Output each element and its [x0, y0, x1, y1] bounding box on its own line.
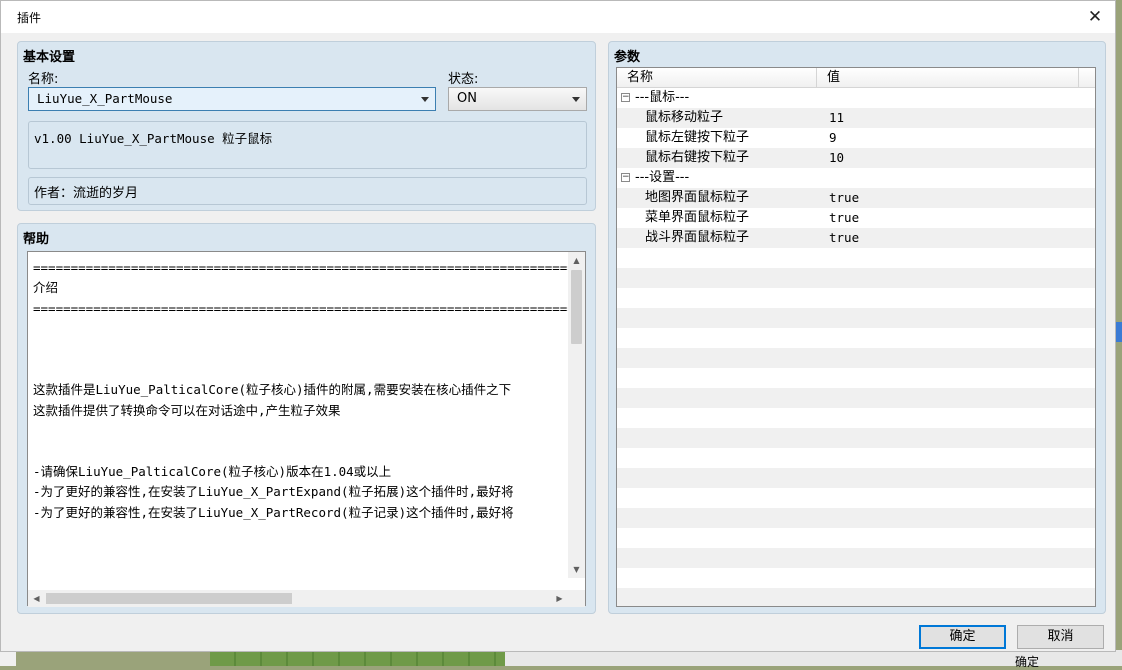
column-header-name[interactable]: 名称: [617, 68, 817, 88]
param-value: true: [829, 230, 860, 245]
help-line: [33, 340, 585, 360]
help-line: [33, 442, 585, 462]
param-name: 鼠标移动粒子: [645, 110, 724, 125]
chevron-down-icon: [421, 97, 429, 102]
author-text: 作者：流逝的岁月: [34, 186, 139, 201]
params-panel: 参数 名称 值 − ---鼠标--- 鼠标移动粒子 11 鼠标左键按下粒子 9 鼠标右键按下…: [608, 41, 1106, 614]
scroll-left-icon[interactable]: ◀: [28, 590, 45, 607]
status-dropdown[interactable]: ON: [448, 87, 587, 111]
title-bar: 插件 ✕: [1, 1, 1115, 33]
params-title: 参数: [614, 50, 641, 65]
ok-button[interactable]: 确定: [919, 625, 1006, 649]
help-horizontal-scrollbar[interactable]: ◀ ▶: [28, 590, 568, 607]
help-line: 这款插件提供了转换命令可以在对话途中,产生粒子效果: [33, 402, 341, 418]
cancel-button[interactable]: 取消: [1017, 625, 1104, 649]
empty-row: [617, 388, 1095, 408]
param-name: 鼠标左键按下粒子: [645, 130, 750, 145]
param-value: 10: [829, 150, 845, 165]
param-row[interactable]: 战斗界面鼠标粒子 true: [617, 228, 1095, 248]
help-line: [33, 360, 585, 380]
empty-row: [617, 408, 1095, 428]
help-vertical-scrollbar[interactable]: ▲ ▼: [568, 252, 585, 578]
empty-row: [617, 468, 1095, 488]
help-text: ========================================…: [33, 258, 586, 523]
scroll-corner: [568, 590, 585, 607]
help-line: ========================================…: [33, 260, 586, 275]
collapse-icon[interactable]: −: [621, 93, 630, 102]
empty-row: [617, 268, 1095, 288]
empty-row: [617, 288, 1095, 308]
param-name: 菜单界面鼠标粒子: [645, 210, 750, 225]
empty-row: [617, 508, 1095, 528]
close-icon[interactable]: ✕: [1083, 5, 1107, 29]
empty-row: [617, 368, 1095, 388]
scroll-thumb[interactable]: [571, 270, 582, 344]
param-row[interactable]: 鼠标右键按下粒子 10: [617, 148, 1095, 168]
empty-row: [617, 248, 1095, 268]
scroll-down-icon[interactable]: ▼: [568, 561, 585, 578]
author-box: 作者：流逝的岁月: [28, 177, 587, 205]
help-line: -为了更好的兼容性,在安装了LiuYue_X_PartExpand(粒子拓展)这…: [33, 484, 514, 500]
help-panel: 帮助 =====================================…: [17, 223, 596, 614]
background-toolbar: 确定: [505, 650, 1122, 669]
collapse-icon[interactable]: −: [621, 173, 630, 182]
param-value: true: [829, 210, 860, 225]
name-dropdown-value: LiuYue_X_PartMouse: [37, 91, 173, 106]
help-line: 这款插件是LiuYue_PalticalCore(粒子核心)插件的附属,需要安装…: [33, 382, 512, 398]
empty-row: [617, 308, 1095, 328]
scroll-thumb[interactable]: [46, 593, 292, 604]
help-line: [33, 319, 585, 339]
param-name: 地图界面鼠标粒子: [645, 190, 750, 205]
basic-settings-title: 基本设置: [23, 50, 76, 65]
param-row[interactable]: 地图界面鼠标粒子 true: [617, 188, 1095, 208]
param-name: ---设置---: [635, 170, 690, 185]
description-text: v1.00 LiuYue_X_PartMouse 粒子鼠标: [34, 131, 273, 146]
empty-row: [617, 588, 1095, 606]
status-label: 状态:: [448, 72, 479, 87]
status-dropdown-value: ON: [457, 91, 477, 106]
empty-row: [617, 548, 1095, 568]
help-line: ========================================…: [33, 300, 586, 316]
window-title: 插件: [17, 11, 42, 25]
empty-row: [617, 428, 1095, 448]
help-title: 帮助: [23, 232, 50, 247]
param-name: 战斗界面鼠标粒子: [645, 230, 750, 245]
background-app-right: [1116, 322, 1122, 342]
help-line: [33, 421, 585, 441]
empty-row: [617, 328, 1095, 348]
param-group-row[interactable]: − ---鼠标---: [617, 88, 1095, 108]
param-row[interactable]: 菜单界面鼠标粒子 true: [617, 208, 1095, 228]
description-box: v1.00 LiuYue_X_PartMouse 粒子鼠标: [28, 121, 587, 169]
background-ok-label: 确定: [1015, 655, 1040, 669]
param-name: 鼠标右键按下粒子: [645, 150, 750, 165]
empty-row: [617, 488, 1095, 508]
param-value: 11: [829, 110, 845, 125]
empty-row: [617, 528, 1095, 548]
param-row[interactable]: 鼠标移动粒子 11: [617, 108, 1095, 128]
param-group-row[interactable]: − ---设置---: [617, 168, 1095, 188]
basic-settings-panel: 基本设置 名称: LiuYue_X_PartMouse 状态: ON v1.00…: [17, 41, 596, 211]
scroll-up-icon[interactable]: ▲: [568, 252, 585, 269]
empty-row: [617, 348, 1095, 368]
param-row[interactable]: 鼠标左键按下粒子 9: [617, 128, 1095, 148]
chevron-down-icon: [572, 97, 580, 102]
name-label: 名称:: [28, 72, 59, 87]
help-line: -请确保LiuYue_PalticalCore(粒子核心)版本在1.04或以上: [33, 463, 392, 479]
param-value: true: [829, 190, 860, 205]
params-rows: − ---鼠标--- 鼠标移动粒子 11 鼠标左键按下粒子 9 鼠标右键按下粒子 10− ---…: [617, 88, 1095, 606]
name-dropdown[interactable]: LiuYue_X_PartMouse: [28, 87, 436, 111]
params-grid[interactable]: 名称 值 − ---鼠标--- 鼠标移动粒子 11 鼠标左键按下粒子 9 鼠标右键按下粒子 1…: [616, 67, 1096, 607]
help-line: -为了更好的兼容性,在安装了LiuYue_X_PartRecord(粒子记录)这…: [33, 504, 514, 520]
params-grid-header: 名称 值: [617, 68, 1095, 88]
empty-row: [617, 568, 1095, 588]
param-value: 9: [829, 130, 837, 145]
help-text-area[interactable]: ========================================…: [27, 251, 586, 606]
column-header-value[interactable]: 值: [817, 68, 1079, 88]
empty-row: [617, 448, 1095, 468]
scroll-right-icon[interactable]: ▶: [551, 590, 568, 607]
plugin-dialog: 插件 ✕ 基本设置 名称: LiuYue_X_PartMouse 状态: ON …: [0, 0, 1116, 652]
param-name: ---鼠标---: [635, 90, 690, 105]
help-line: 介绍: [33, 280, 59, 296]
